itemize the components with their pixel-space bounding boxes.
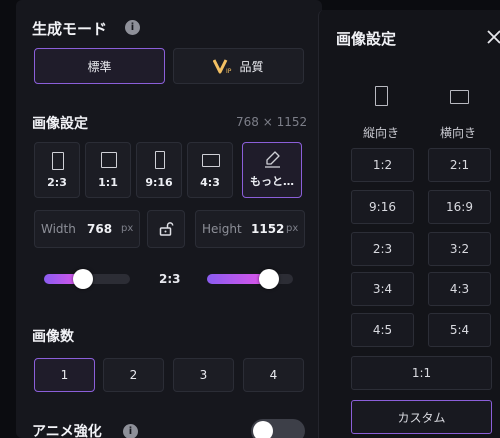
anime-info-icon[interactable]: i: [123, 424, 138, 438]
ratio-label: 1:1: [411, 366, 432, 380]
ratio-2-1-button[interactable]: 2:1: [428, 148, 491, 182]
count-option-4[interactable]: 4: [243, 358, 304, 392]
unlock-icon: [159, 222, 174, 236]
ratio-label: 5:4: [449, 323, 470, 337]
ratio-5-4-button[interactable]: 5:4: [428, 313, 491, 347]
height-label: Height: [202, 222, 242, 236]
ratio-9-16-button[interactable]: 9:16: [351, 190, 414, 224]
count-label: 3: [199, 368, 208, 382]
height-unit: px: [286, 223, 299, 234]
image-count-title: 画像数: [32, 329, 74, 345]
mode-quality-label: 品質: [239, 59, 264, 74]
height-value[interactable]: 1152: [251, 222, 284, 236]
edit-icon: [265, 151, 280, 168]
ratio-label: 4:3: [449, 282, 470, 296]
ratio-label: 9:16: [369, 200, 396, 214]
ratio-label: 3:4: [372, 282, 393, 296]
ratio-label: 1:2: [372, 158, 393, 172]
ratio-1-2-button[interactable]: 1:2: [351, 148, 414, 182]
ratio-option-2-3[interactable]: 2:3: [34, 142, 80, 198]
svg-text:IP: IP: [226, 68, 232, 74]
portrait-orientation-icon[interactable]: [375, 86, 388, 106]
mode-standard-label: 標準: [87, 59, 112, 74]
mode-standard-button[interactable]: 標準: [34, 48, 165, 84]
ratio-label: 3:2: [449, 242, 470, 256]
ratio-label: 9:16: [145, 176, 173, 189]
ratio-label: 4:3: [200, 176, 220, 189]
height-slider-handle[interactable]: [258, 269, 279, 289]
width-field[interactable]: Width 768 px: [34, 210, 140, 248]
anime-enhance-toggle[interactable]: [251, 419, 305, 438]
ratio-option-9-16[interactable]: 9:16: [136, 142, 182, 198]
landscape-label[interactable]: 横向き: [440, 124, 476, 141]
ratio-16-9-button[interactable]: 16:9: [428, 190, 491, 224]
image-settings-title: 画像設定: [32, 116, 88, 132]
custom-ratio-button[interactable]: カスタム: [351, 400, 492, 434]
lock-ratio-button[interactable]: [147, 210, 185, 248]
width-value[interactable]: 768: [87, 222, 112, 236]
ratio-4-5-button[interactable]: 4:5: [351, 313, 414, 347]
ratio-label: 2:3: [372, 242, 393, 256]
landscape-shape-icon: [202, 154, 220, 167]
portrait-label[interactable]: 縦向き: [363, 124, 399, 141]
count-option-3[interactable]: 3: [173, 358, 234, 392]
mode-title: 生成モード: [32, 20, 108, 38]
height-field[interactable]: Height 1152 px: [195, 210, 305, 248]
mode-quality-button[interactable]: IP 品質: [173, 48, 304, 84]
count-option-1[interactable]: 1: [34, 358, 95, 392]
ratio-3-2-button[interactable]: 3:2: [428, 232, 491, 266]
ratio-label: 4:5: [372, 323, 393, 337]
ratio-option-1-1[interactable]: 1:1: [85, 142, 131, 198]
count-option-2[interactable]: 2: [103, 358, 164, 392]
portrait-shape-icon: [52, 152, 64, 170]
anime-enhance-title: アニメ強化: [32, 424, 102, 438]
custom-label: カスタム: [397, 410, 446, 425]
slider-ratio-label: 2:3: [159, 272, 181, 286]
ratio-option-more[interactable]: もっと…: [242, 142, 302, 198]
generation-settings-panel: 生成モード i 標準 IP 品質 画像設定 768 × 1152 2:3 1:1…: [16, 0, 322, 438]
tall-shape-icon: [155, 151, 165, 169]
close-icon[interactable]: [486, 29, 500, 45]
width-slider-handle[interactable]: [72, 269, 93, 289]
drawer-title: 画像設定: [336, 30, 397, 48]
square-shape-icon: [101, 152, 117, 168]
count-label: 1: [60, 368, 69, 382]
mode-info-icon[interactable]: i: [125, 20, 140, 35]
width-unit: px: [121, 223, 134, 234]
ratio-label: 2:3: [47, 176, 67, 189]
ratio-label: 16:9: [446, 200, 473, 214]
resolution-readout: 768 × 1152: [236, 115, 308, 129]
height-slider-track[interactable]: [207, 274, 293, 284]
ratio-2-3-button[interactable]: 2:3: [351, 232, 414, 266]
landscape-orientation-icon[interactable]: [450, 90, 469, 104]
count-label: 4: [269, 368, 278, 382]
toggle-knob: [253, 421, 273, 438]
ratio-label: もっと…: [250, 175, 294, 188]
width-label: Width: [41, 222, 76, 236]
ratio-label: 1:1: [98, 176, 118, 189]
count-label: 2: [129, 368, 138, 382]
ratio-4-3-button[interactable]: 4:3: [428, 272, 491, 306]
ratio-label: 2:1: [449, 158, 470, 172]
ratio-1-1-button[interactable]: 1:1: [351, 356, 492, 390]
ratio-option-4-3[interactable]: 4:3: [187, 142, 233, 198]
vip-icon: IP: [213, 59, 232, 74]
aspect-ratio-drawer: 画像設定 縦向き 横向き 1:2 9:16 2:3 3:4 4:5 2:1 16…: [318, 10, 500, 438]
ratio-3-4-button[interactable]: 3:4: [351, 272, 414, 306]
